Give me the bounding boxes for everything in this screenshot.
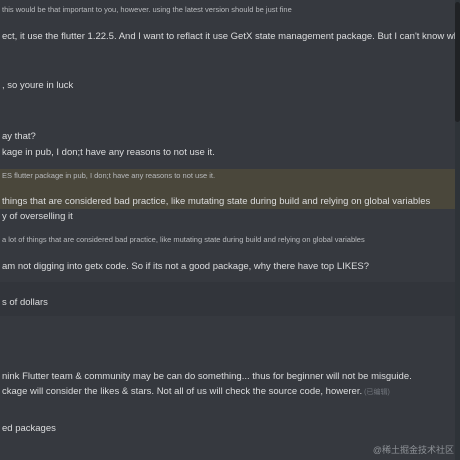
message-text: am not digging into getx code. So if its…	[2, 261, 370, 272]
chat-message-list: this would be that important to you, how…	[0, 0, 460, 460]
message-text: things that are considered bad practice,…	[2, 196, 431, 207]
message-text: ect, it use the flutter 1.22.5. And I wa…	[2, 31, 460, 42]
message-text: ay that?	[2, 131, 36, 142]
message-text: y of overselling it	[2, 211, 73, 222]
hovered-message-band	[0, 282, 460, 316]
edited-marker: (已编辑)	[364, 389, 390, 396]
message-text: , so youre in luck	[2, 80, 74, 91]
reply-preview[interactable]: ES flutter package in pub, I don;t have …	[2, 171, 215, 180]
message-text: s of dollars	[2, 297, 48, 308]
reply-preview[interactable]: a lot of things that are considered bad …	[2, 235, 365, 244]
chat-scrollbar[interactable]	[455, 0, 460, 460]
scrollbar-thumb[interactable]	[455, 2, 460, 122]
watermark: @稀土掘金技术社区	[372, 445, 454, 455]
reply-preview[interactable]: this would be that important to you, how…	[2, 5, 292, 14]
message-text: kage in pub, I don;t have any reasons to…	[2, 147, 215, 158]
message-text: ckage will consider the likes & stars. N…	[2, 386, 390, 397]
message-text: ed packages	[2, 423, 56, 434]
message-text: nink Flutter team & community may be can…	[2, 371, 412, 382]
message-body: ckage will consider the likes & stars. N…	[2, 386, 363, 397]
